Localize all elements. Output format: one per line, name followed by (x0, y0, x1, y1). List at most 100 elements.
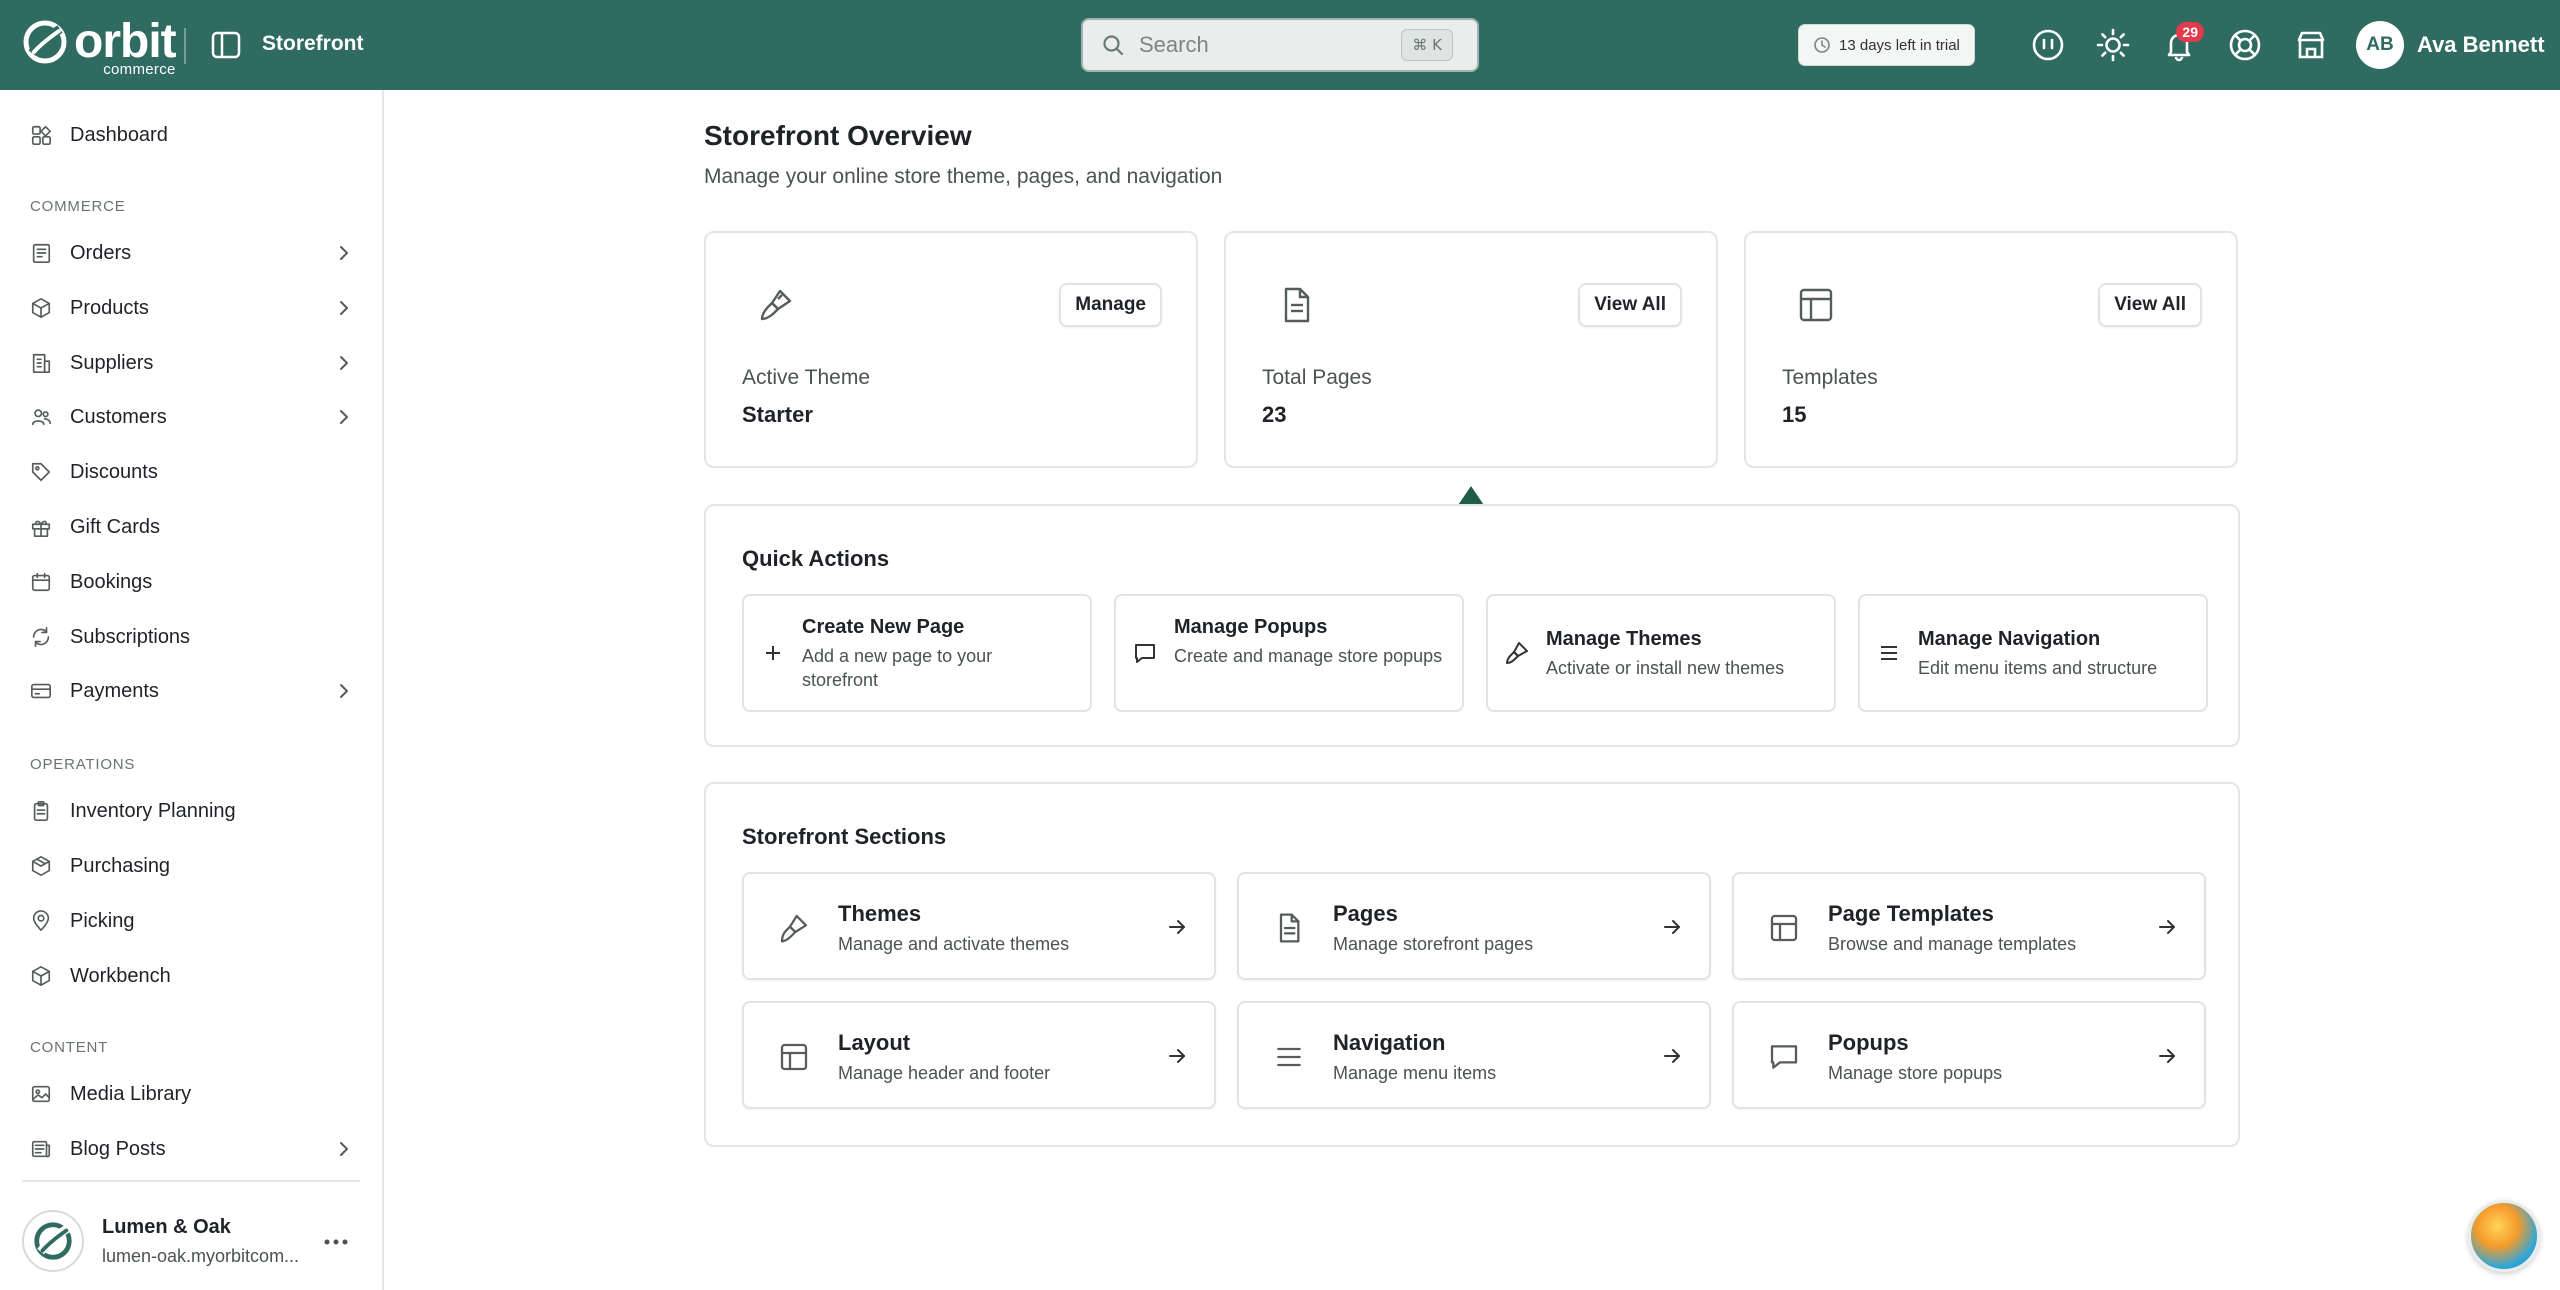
file-icon (1284, 287, 1310, 323)
view-all-templates-button[interactable]: View All (2098, 283, 2202, 327)
top-bar: orbit commerce Storefront ⌘ K 13 days le… (0, 0, 2560, 90)
section-desc: Manage header and footer (838, 1063, 1051, 1083)
quick-action-title: Manage Popups (1174, 616, 1328, 638)
store-url: lumen-oak.myorbitcom... (102, 1246, 300, 1266)
layout-icon (1768, 912, 1800, 944)
section-title: Themes (838, 901, 922, 926)
quick-action-title: Manage Themes (1546, 628, 1702, 650)
section-card-pages[interactable]: Pages Manage storefront pages (1237, 872, 1711, 980)
notification-count-badge: 29 (2176, 22, 2204, 42)
chevron-right-icon (334, 407, 354, 427)
sidebar-item-label: Inventory Planning (70, 799, 236, 822)
trial-text: 13 days left in trial (1839, 36, 1960, 54)
sidebar-item-purchasing[interactable]: Purchasing (0, 841, 382, 891)
tag-icon (28, 459, 54, 485)
help-lifebuoy-icon[interactable] (2226, 26, 2264, 64)
sidebar-item-discounts[interactable]: Discounts (0, 447, 382, 497)
ai-assistant-icon[interactable] (2029, 26, 2067, 64)
manage-theme-button[interactable]: Manage (1059, 283, 1162, 327)
search-input[interactable] (1139, 32, 1399, 58)
user-name[interactable]: Ava Bennett (2417, 32, 2545, 58)
quick-action-create-page[interactable]: Create New Page Add a new page to your s… (742, 594, 1092, 712)
sun-icon[interactable] (2094, 26, 2132, 64)
plus-icon (766, 646, 780, 660)
sidebar-item-bookings[interactable]: Bookings (0, 557, 382, 607)
sidebar-item-gift-cards[interactable]: Gift Cards (0, 502, 382, 552)
arrow-right-icon (1661, 1045, 1683, 1067)
logo-sub: commerce (103, 61, 176, 78)
chevron-right-icon (334, 681, 354, 701)
view-all-pages-button[interactable]: View All (1578, 283, 1682, 327)
search-shortcut: ⌘ K (1401, 29, 1453, 61)
sidebar-item-picking[interactable]: Picking (0, 896, 382, 946)
sidebar-item-label: Bookings (70, 570, 153, 593)
sidebar-item-label: Customers (70, 405, 167, 428)
stat-card-templates: View All Templates 15 (1744, 231, 2238, 468)
message-square-icon (1135, 644, 1155, 663)
building-icon (28, 350, 54, 376)
sidebar-item-label: Workbench (70, 964, 171, 987)
section-card-popups[interactable]: Popups Manage store popups (1732, 1001, 2206, 1109)
brush-icon (760, 289, 792, 321)
more-options-icon[interactable] (322, 1232, 350, 1252)
sidebar-item-inventory-planning[interactable]: Inventory Planning (0, 786, 382, 836)
clock-icon (1814, 37, 1830, 53)
storefront-sections-title: Storefront Sections (742, 824, 947, 849)
section-desc: Manage store popups (1828, 1063, 2003, 1083)
section-card-navigation[interactable]: Navigation Manage menu items (1237, 1001, 1711, 1109)
quick-actions-panel: Quick Actions Create New Page Add a new … (704, 504, 2240, 747)
sidebar-item-workbench[interactable]: Workbench (0, 951, 382, 1001)
app-title: Storefront (262, 32, 364, 55)
menu-icon (1273, 1041, 1305, 1073)
sidebar-item-orders[interactable]: Orders (0, 228, 382, 278)
page-title: Storefront Overview (704, 120, 972, 151)
section-card-page-templates[interactable]: Page Templates Browse and manage template… (1732, 872, 2206, 980)
sidebar-item-subscriptions[interactable]: Subscriptions (0, 612, 382, 662)
orbit-logo[interactable]: orbit commerce (22, 18, 177, 77)
sidebar-item-label: Products (70, 296, 149, 319)
sidebar-item-label: Payments (70, 679, 159, 702)
box-icon (28, 295, 54, 321)
section-title: Pages (1333, 901, 1398, 926)
store-switcher[interactable]: Lumen & Oak lumen-oak.myorbitcom... (22, 1180, 360, 1290)
quick-action-manage-popups[interactable]: Manage Popups Create and manage store po… (1114, 594, 1464, 712)
user-avatar[interactable]: AB (2356, 21, 2404, 69)
orders-icon (28, 240, 54, 266)
sidebar-item-label: Subscriptions (70, 625, 191, 648)
sidebar-item-label: Blog Posts (70, 1137, 166, 1160)
sidebar-item-customers[interactable]: Customers (0, 392, 382, 442)
help-chat-launcher[interactable] (2468, 1200, 2540, 1272)
sidebar-item-products[interactable]: Products (0, 283, 382, 333)
trial-badge[interactable]: 13 days left in trial (1798, 24, 1975, 66)
quick-action-desc: Edit menu items and structure (1918, 658, 2158, 678)
menu-icon (1881, 646, 1897, 660)
quick-action-manage-themes[interactable]: Manage Themes Activate or install new th… (1486, 594, 1836, 712)
sidebar-item-payments[interactable]: Payments (0, 666, 382, 716)
sidebar-item-label: Dashboard (70, 123, 168, 146)
stat-value: 15 (1782, 402, 1807, 427)
package-icon (28, 853, 54, 879)
sidebar-toggle-icon[interactable] (210, 30, 242, 60)
search-bar[interactable]: ⌘ K (1081, 18, 1479, 72)
store-name: Lumen & Oak (102, 1216, 231, 1238)
section-title: Page Templates (1828, 901, 1994, 926)
sidebar-item-media-library[interactable]: Media Library (0, 1069, 382, 1119)
notifications-bell-icon[interactable]: 29 (2160, 22, 2204, 64)
stat-card-active-theme: Manage Active Theme Starter (704, 231, 1198, 468)
refresh-icon (28, 624, 54, 650)
section-card-themes[interactable]: Themes Manage and activate themes (742, 872, 1216, 980)
sidebar-item-label: Media Library (70, 1082, 192, 1105)
store-icon[interactable] (2292, 26, 2330, 64)
sidebar-item-blog-posts[interactable]: Blog Posts (0, 1124, 382, 1174)
section-card-layout[interactable]: Layout Manage header and footer (742, 1001, 1216, 1109)
arrow-right-icon (1661, 916, 1683, 938)
quick-action-manage-navigation[interactable]: Manage Navigation Edit menu items and st… (1858, 594, 2208, 712)
section-title: Navigation (1333, 1030, 1446, 1055)
sidebar-item-dashboard[interactable]: Dashboard (0, 110, 382, 160)
quick-action-desc: Create and manage store popups (1174, 646, 1443, 666)
header-divider (184, 28, 186, 64)
sidebar-item-suppliers[interactable]: Suppliers (0, 338, 382, 388)
stat-value: 23 (1262, 402, 1287, 427)
page-subtitle: Manage your online store theme, pages, a… (704, 165, 1223, 188)
brush-icon (778, 912, 810, 944)
